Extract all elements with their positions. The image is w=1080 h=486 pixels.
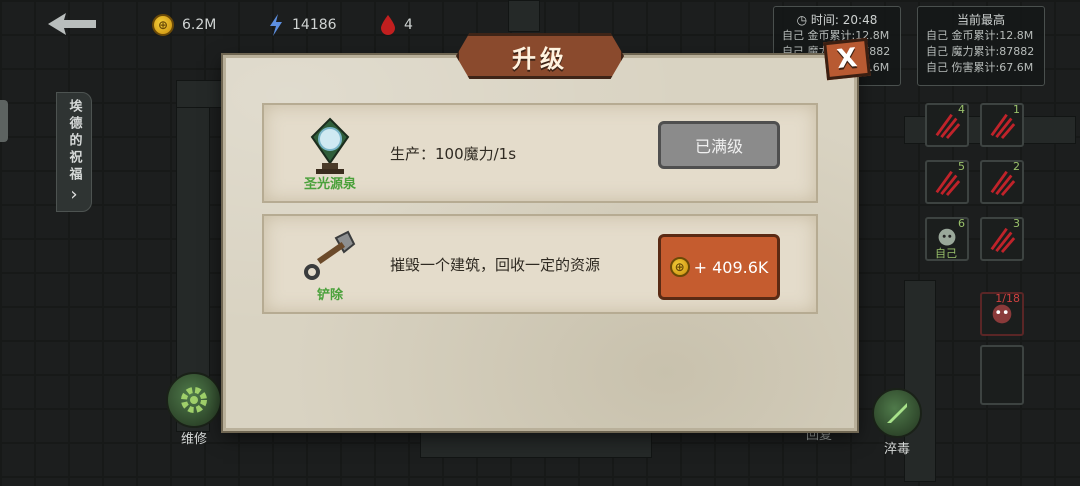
skill-slot-self[interactable]: 6 自己 <box>925 217 969 261</box>
gold-amount: 6.2M <box>182 17 217 33</box>
claw-icon <box>990 113 1016 139</box>
dialog-title: 升级 <box>456 33 624 79</box>
demolish-desc: 摧毁一个建筑，回收一定的资源 <box>390 255 601 274</box>
poison-button[interactable]: 淬毒 <box>872 388 922 457</box>
back-arrow-icon <box>48 13 96 35</box>
chevron-right-icon: › <box>70 184 78 205</box>
demolish-button[interactable]: ⊕ + 409.6K <box>658 234 780 300</box>
lightning-icon <box>270 14 282 36</box>
crystal-fountain-icon <box>294 115 366 177</box>
clock-time: ◷ 时间: 20:48 <box>774 7 900 28</box>
gold-coin-icon: ⊕ <box>152 14 174 36</box>
close-button[interactable]: X <box>823 37 871 81</box>
skill-slot[interactable]: 1 <box>980 103 1024 147</box>
gear-wrench-icon <box>166 372 222 428</box>
repair-button[interactable]: 维修 <box>166 372 222 447</box>
bed-tile[interactable] <box>980 345 1024 405</box>
best-panel-title: 当前最高 <box>956 13 1005 27</box>
best-stat-row: 自己 伤害累计:67.6M <box>926 61 1034 74</box>
blood-amount: 4 <box>404 17 413 33</box>
energy-amount: 14186 <box>292 17 337 33</box>
gold-coin-icon: ⊕ <box>669 257 690 277</box>
blessing-tab-label: 埃德的祝福 <box>66 99 82 184</box>
claw-icon <box>935 170 961 196</box>
skill-slot[interactable]: 5 <box>925 160 969 204</box>
refund-amount: + 409.6K <box>693 257 769 277</box>
back-button[interactable] <box>44 10 100 38</box>
max-level-label: 已满级 <box>694 137 743 156</box>
building-production: 生产：100魔力/1s <box>390 144 517 163</box>
left-edge-handle[interactable] <box>0 100 8 142</box>
skill-slot[interactable]: 3 <box>980 217 1024 261</box>
skill-slot[interactable]: 2 <box>980 160 1024 204</box>
max-level-button[interactable]: 已满级 <box>658 121 780 169</box>
slot-self-label: 自己 <box>935 247 957 260</box>
shovel-icon <box>294 226 366 288</box>
blood-drop-icon <box>381 15 395 35</box>
demon-face-icon <box>992 304 1012 324</box>
building-name: 圣光源泉 <box>303 177 356 192</box>
clock-icon: ◷ <box>796 13 808 27</box>
repair-label: 维修 <box>180 432 207 447</box>
blood-resource: 4 <box>380 12 413 38</box>
poison-label: 淬毒 <box>883 442 910 457</box>
enemy-slot[interactable]: 1/18 <box>980 292 1024 336</box>
building-info-card: 圣光源泉 生产：100魔力/1s 已满级 <box>262 103 818 203</box>
claw-icon <box>935 113 961 139</box>
energy-resource: 14186 <box>268 12 337 38</box>
blessing-tab[interactable]: 埃德的祝福 › <box>56 92 92 212</box>
best-stat-row: 自己 金币累计:12.8M <box>926 29 1034 42</box>
best-stats-panel: 当前最高 自己 金币累计:12.8M 自己 魔力累计:87882 自己 伤害累计… <box>917 6 1045 86</box>
demolish-name: 铲除 <box>316 288 343 303</box>
poison-sword-icon <box>872 388 922 438</box>
gold-resource: ⊕ 6.2M <box>152 12 216 38</box>
skill-slot[interactable]: 4 <box>925 103 969 147</box>
close-icon: X <box>835 43 859 75</box>
claw-icon <box>990 227 1016 253</box>
claw-icon <box>990 170 1016 196</box>
demolish-card: 铲除 摧毁一个建筑，回收一定的资源 ⊕ + 409.6K <box>262 214 818 314</box>
best-stat-row: 自己 魔力累计:87882 <box>926 45 1035 58</box>
time-text: 时间: 20:48 <box>810 13 878 27</box>
